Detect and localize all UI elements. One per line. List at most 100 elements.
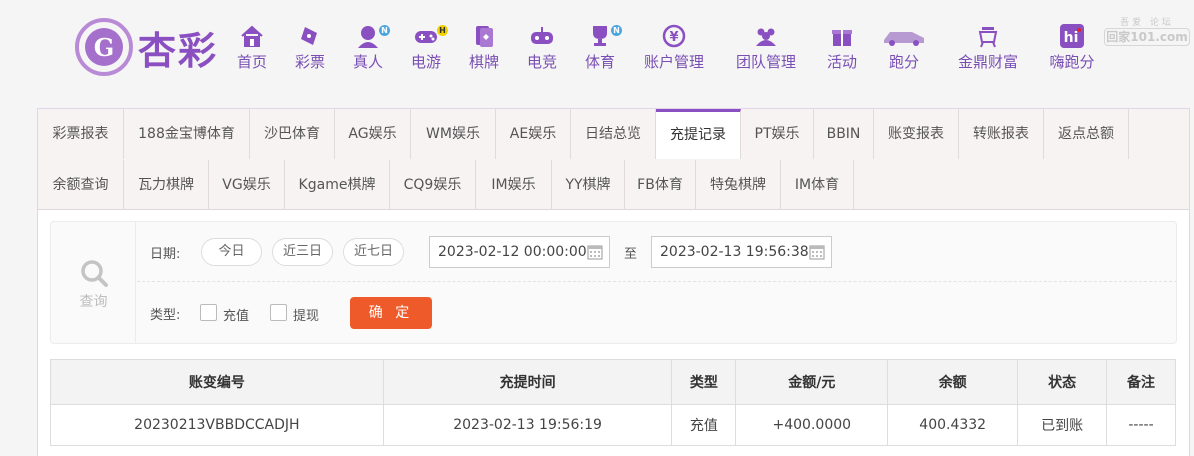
- tab-pt[interactable]: PT娱乐: [741, 109, 814, 159]
- nav-item-hipaofen[interactable]: hi 嗨跑分: [1045, 24, 1099, 74]
- watermark-main: 回家101.com: [1104, 28, 1190, 46]
- column-header: 金额/元: [735, 359, 889, 405]
- record-balance-cell: 400.4332: [887, 404, 1019, 446]
- forum-watermark: 吾爱 论坛 回家101.com: [1104, 18, 1190, 52]
- nav-item-promo[interactable]: 活动: [822, 24, 862, 74]
- home-icon: [241, 25, 263, 47]
- tab-tetu-chess[interactable]: 特兔棋牌: [696, 160, 781, 210]
- record-id-cell: 20230213VBBDCCADJH: [50, 404, 384, 446]
- tab-kgame-chess[interactable]: Kgame棋牌: [285, 160, 390, 210]
- svg-text:G: G: [94, 33, 115, 62]
- tab-fb-sports[interactable]: FB体育: [625, 160, 696, 210]
- tab-188-sports[interactable]: 188金宝博体育: [124, 109, 250, 159]
- column-header: 账变编号: [50, 359, 384, 405]
- report-tabs: 彩票报表 188金宝博体育 沙巴体育 AG娱乐 WM娱乐 AE娱乐 日结总览 充…: [38, 109, 1189, 210]
- tab-balance-query[interactable]: 余额查询: [38, 160, 124, 210]
- svg-text:hi: hi: [1064, 30, 1079, 46]
- team-icon: [756, 28, 776, 46]
- nav-label: 棋牌: [468, 53, 499, 71]
- nav-item-sports[interactable]: N 体育: [580, 24, 622, 74]
- nav-label: 跑分: [888, 53, 919, 71]
- tab-wm[interactable]: WM娱乐: [411, 109, 496, 159]
- gift-icon: [832, 30, 852, 46]
- query-side: 查询: [51, 222, 136, 343]
- nav-item-esports[interactable]: 电竞: [522, 24, 562, 74]
- tab-im-sports[interactable]: IM体育: [781, 160, 854, 210]
- live-dealer-icon: [358, 26, 378, 48]
- search-icon: [81, 260, 108, 287]
- column-header: 状态: [1017, 359, 1108, 405]
- watermark-top: 吾爱 论坛: [1120, 18, 1174, 28]
- nav-label: 嗨跑分: [1049, 53, 1095, 71]
- tab-wali-chess[interactable]: 瓦力棋牌: [124, 160, 209, 210]
- nav-label: 真人: [352, 53, 383, 71]
- calendar-icon[interactable]: [809, 244, 825, 260]
- nav-label: 电游: [410, 53, 441, 71]
- table-header-row: 账变编号 充提时间 类型 金额/元 余额 状态 备注: [50, 359, 1176, 405]
- trophy-icon: [593, 26, 607, 46]
- tab-rebate-total[interactable]: 返点总额: [1044, 109, 1129, 159]
- tab-yy-chess[interactable]: YY棋牌: [552, 160, 625, 210]
- report-panel: 彩票报表 188金宝博体育 沙巴体育 AG娱乐 WM娱乐 AE娱乐 日结总览 充…: [37, 108, 1190, 456]
- nav-label: 彩票: [294, 53, 325, 71]
- nav-item-live[interactable]: N 真人: [348, 24, 390, 74]
- cauldron-icon: [978, 27, 998, 48]
- lottery-ticket-icon: [301, 27, 317, 45]
- nav-item-jinding[interactable]: 金鼎财富: [954, 24, 1022, 74]
- brand-logo-icon[interactable]: G: [74, 17, 134, 77]
- date-label: 日期:: [150, 247, 181, 262]
- confirm-button[interactable]: 确 定: [350, 297, 432, 329]
- new-badge: N: [379, 25, 390, 36]
- tab-im[interactable]: IM娱乐: [476, 160, 552, 210]
- today-button[interactable]: 今日: [201, 238, 262, 266]
- last-3-days-button[interactable]: 近三日: [272, 238, 333, 266]
- date-row: 日期: 今日 近三日 近七日 2023-02-12 00:00:00 至 202…: [137, 222, 1177, 282]
- start-date-input[interactable]: 2023-02-12 00:00:00: [429, 236, 610, 268]
- records-table: 账变编号 充提时间 类型 金额/元 余额 状态 备注 20230213VBBDC…: [50, 359, 1176, 446]
- withdraw-checkbox-label: 提现: [293, 309, 320, 324]
- end-date-value: 2023-02-13 19:56:38: [660, 244, 809, 260]
- tab-vg[interactable]: VG娱乐: [209, 160, 285, 210]
- column-header: 类型: [671, 359, 737, 405]
- brand-logo-text: 杏彩: [138, 28, 219, 73]
- nav-item-lottery[interactable]: 彩票: [290, 24, 330, 74]
- start-date-value: 2023-02-12 00:00:00: [438, 244, 587, 260]
- last-7-days-button[interactable]: 近七日: [343, 238, 404, 266]
- column-header: 备注: [1106, 359, 1176, 405]
- to-separator: 至: [624, 247, 638, 262]
- tab-cq9[interactable]: CQ9娱乐: [390, 160, 476, 210]
- tab-bbin[interactable]: BBIN: [814, 109, 874, 159]
- hot-badge: H: [437, 25, 448, 36]
- column-header: 充提时间: [382, 359, 673, 405]
- tab-daily-overview[interactable]: 日结总览: [571, 109, 656, 159]
- type-row: 类型: 充值 提现 确 定: [137, 283, 1177, 343]
- tab-ag[interactable]: AG娱乐: [335, 109, 411, 159]
- checkbox-box[interactable]: [270, 304, 287, 321]
- nav-item-chess[interactable]: 棋牌: [464, 24, 504, 74]
- column-header: 余额: [887, 359, 1019, 405]
- nav-item-team[interactable]: 团队管理: [732, 24, 800, 74]
- tab-deposit-withdraw-records[interactable]: 充提记录: [656, 109, 741, 159]
- checkbox-box[interactable]: [200, 304, 217, 321]
- nav-label: 金鼎财富: [957, 53, 1018, 71]
- nav-item-account[interactable]: ¥ 账户管理: [640, 24, 708, 74]
- nav-label: 体育: [584, 53, 615, 71]
- deposit-checkbox-label: 充值: [223, 309, 250, 324]
- new-badge: N: [611, 25, 622, 36]
- nav-item-paofen[interactable]: 跑分: [882, 24, 926, 74]
- record-time-cell: 2023-02-13 19:56:19: [382, 404, 673, 446]
- tab-ae[interactable]: AE娱乐: [496, 109, 571, 159]
- table-row: 20230213VBBDCCADJH 2023-02-13 19:56:19 充…: [50, 404, 1176, 446]
- nav-item-home[interactable]: 首页: [230, 24, 274, 74]
- car-icon: [884, 32, 924, 46]
- nav-item-egame[interactable]: H 电游: [406, 24, 448, 74]
- calendar-icon[interactable]: [587, 244, 603, 260]
- yen-coin-icon: ¥: [662, 24, 686, 48]
- nav-label: 团队管理: [735, 53, 796, 71]
- tab-transfer-report[interactable]: 转账报表: [959, 109, 1044, 159]
- tab-lottery-report[interactable]: 彩票报表: [38, 109, 124, 159]
- nav-label: 账户管理: [643, 53, 704, 71]
- tab-balance-change-report[interactable]: 账变报表: [874, 109, 959, 159]
- tab-saba-sports[interactable]: 沙巴体育: [250, 109, 335, 159]
- end-date-input[interactable]: 2023-02-13 19:56:38: [651, 236, 832, 268]
